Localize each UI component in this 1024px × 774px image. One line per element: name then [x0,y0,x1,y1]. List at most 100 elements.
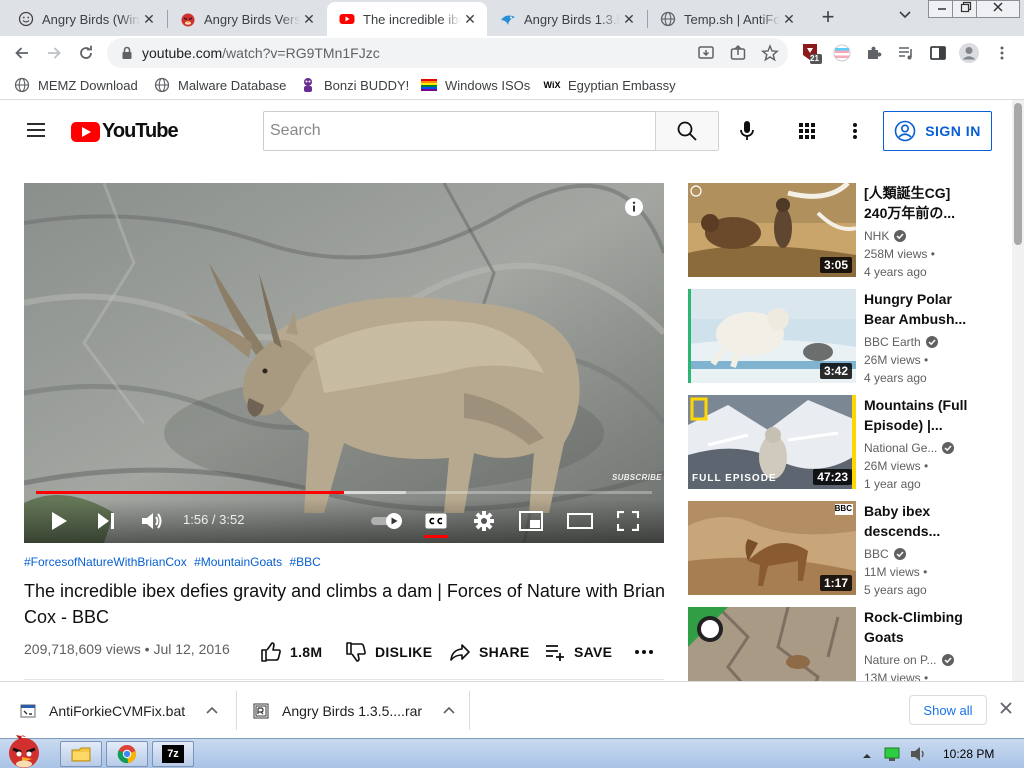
new-tab-button[interactable]: + [816,6,840,30]
address-bar[interactable]: youtube.com/watch?v=RG9TMn1FJzc [107,38,788,68]
search-button[interactable] [655,111,719,151]
video-frame-ibex[interactable] [24,183,664,543]
install-app-icon[interactable] [694,41,718,65]
recommendation-thumbnail[interactable]: FULL EPISODE 47:23 [688,395,856,489]
tab-angry-birds-windows[interactable]: Angry Birds (Windows) ✕ [6,2,166,36]
tab-close-icon[interactable]: ✕ [300,10,318,28]
network-tray-icon[interactable] [884,746,900,767]
taskbar-explorer[interactable] [60,741,102,767]
hamburger-menu-icon[interactable] [24,119,48,141]
dislike-button[interactable]: DISLIKE [345,638,432,666]
share-button[interactable]: SHARE [449,638,530,666]
hashtag-link[interactable]: #MountainGoats [194,555,282,569]
tab-search-chevron-icon[interactable] [893,7,917,29]
channel-name[interactable]: Nature on P... [864,653,954,667]
taskbar-7zip[interactable]: 7z [152,741,194,767]
bookmark-star-icon[interactable] [758,41,782,65]
bookmark-egyptian-embassy[interactable]: WiX Egyptian Embassy [544,75,676,95]
autoplay-toggle[interactable] [369,506,405,536]
channel-name[interactable]: BBC [864,547,906,561]
next-button[interactable] [91,506,121,536]
tab-temp-sh[interactable]: Temp.sh | AntiForkie ✕ [648,2,806,36]
hashtag-link[interactable]: #ForcesofNatureWithBrianCox [24,555,187,569]
tab-close-icon[interactable]: ✕ [461,10,479,28]
download-item[interactable]: Angry Birds 1.3.5....rar [252,682,456,739]
apps-grid-icon[interactable] [795,119,819,143]
chrome-menu-icon[interactable] [990,41,1014,65]
subscribe-watermark[interactable]: SUBSCRIBE [612,473,662,482]
recommendation-thumbnail[interactable]: 3:42 [688,289,856,383]
taskbar-chrome[interactable] [106,741,148,767]
recommendation-item[interactable]: Rock-Climbing Goats Nature on P... 13M vi… [688,607,998,681]
bookmark-malware-database[interactable]: Malware Database [154,75,286,95]
forward-arrow-icon[interactable] [42,41,66,65]
channel-name[interactable]: NHK [864,229,907,243]
fullscreen-button[interactable] [613,506,643,536]
scrollbar-thumb[interactable] [1014,103,1022,245]
recommendation-item[interactable]: 3:42 Hungry Polar Bear Ambush... BBC Eart… [688,289,998,385]
sign-in-button[interactable]: SIGN IN [883,111,992,151]
channel-name[interactable]: BBC Earth [864,335,938,349]
recommendation-title[interactable]: Baby ibex descends... [864,501,984,541]
voice-search-button[interactable] [733,115,761,147]
tab-angry-birds-version[interactable]: Angry Birds Version ✕ [168,2,326,36]
tab-angry-birds-135[interactable]: Angry Birds 1.3.5 ✕ [488,2,646,36]
profile-flag-extension-icon[interactable] [830,41,854,65]
search-input[interactable] [264,112,656,150]
extension-badge-icon[interactable]: 21 [799,41,823,65]
taskbar-clock[interactable]: 10:28 PM [943,747,994,761]
volume-tray-icon[interactable] [910,746,928,767]
profile-avatar-icon[interactable] [957,41,981,65]
bookmark-memz-download[interactable]: MEMZ Download [14,75,138,95]
recommendation-item[interactable]: 3:05 [人類誕生CG] 240万年前の... NHK 258M views •… [688,183,998,279]
recommendation-title[interactable]: Rock-Climbing Goats [864,607,984,647]
tab-youtube-ibex[interactable]: The incredible ibex defies gravity ✕ [327,2,487,36]
more-options-icon[interactable] [843,119,867,143]
media-playlist-icon[interactable] [894,41,918,65]
tray-expand-icon[interactable] [862,748,872,766]
share-icon[interactable] [726,41,750,65]
side-panel-icon[interactable] [926,41,950,65]
settings-button[interactable] [469,506,499,536]
mute-button[interactable] [137,506,167,536]
miniplayer-button[interactable] [516,506,546,536]
recommendation-thumbnail[interactable]: BBC 1:17 [688,501,856,595]
channel-name[interactable]: National Ge... [864,441,955,455]
play-button[interactable] [44,506,74,536]
chevron-up-icon[interactable] [205,704,219,718]
youtube-logo[interactable]: YouTube [71,120,179,143]
smiley-icon [18,11,34,27]
tab-close-icon[interactable]: ✕ [140,10,158,28]
theater-mode-icon [567,513,593,529]
like-button[interactable]: 1.8M [260,638,322,666]
page-scrollbar[interactable] [1012,100,1024,681]
recommendation-title[interactable]: [人類誕生CG] 240万年前の... [864,183,984,223]
tab-close-icon[interactable]: ✕ [780,10,798,28]
recommendation-title[interactable]: Mountains (Full Episode) |... [864,395,984,435]
info-icon[interactable] [624,197,644,217]
recommendation-thumbnail[interactable]: 3:05 [688,183,856,277]
recommendation-item[interactable]: FULL EPISODE 47:23 Mountains (Full Episod… [688,395,998,491]
bookmark-bonzi-buddy[interactable]: Bonzi BUDDY! [300,75,409,95]
video-player[interactable]: SUBSCRIBE 1:56 / 3:52 [24,183,664,543]
theater-mode-button[interactable] [565,506,595,536]
start-button[interactable] [0,731,50,769]
close-shelf-icon[interactable] [997,701,1015,719]
extensions-puzzle-icon[interactable] [862,41,886,65]
video-progress-bar[interactable] [36,491,652,494]
recommendation-item[interactable]: BBC 1:17 Baby ibex descends... BBC 11M vi… [688,501,998,597]
reload-icon[interactable] [74,41,98,65]
bookmark-windows-isos[interactable]: Windows ISOs [421,75,530,95]
hashtag-link[interactable]: #BBC [289,555,320,569]
save-button[interactable]: SAVE [544,638,612,666]
subtitles-button[interactable] [421,506,451,536]
tab-close-icon[interactable]: ✕ [620,10,638,28]
recommendation-thumbnail[interactable] [688,607,856,681]
more-actions-button[interactable] [634,638,662,666]
search-box[interactable] [263,111,656,151]
recommendation-title[interactable]: Hungry Polar Bear Ambush... [864,289,984,329]
show-all-downloads-button[interactable]: Show all [909,695,987,725]
back-arrow-icon[interactable] [10,41,34,65]
chevron-up-icon[interactable] [442,704,456,718]
close-window-button[interactable] [976,0,1020,18]
